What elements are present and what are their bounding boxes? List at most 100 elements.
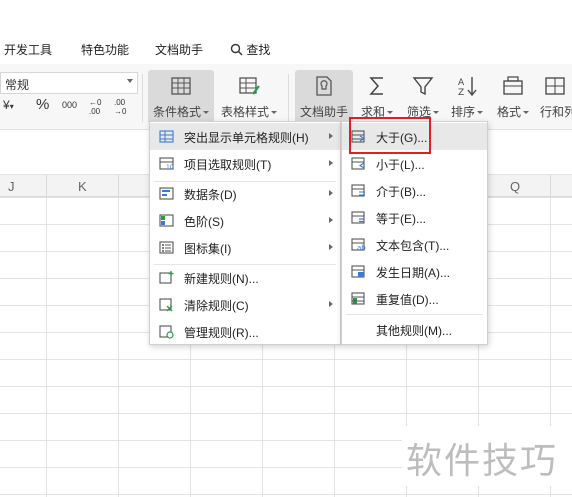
menu-developer-tools[interactable]: 开发工具: [4, 41, 52, 58]
conditional-format-icon: [171, 77, 191, 95]
table-style-button[interactable]: 表格样式: [218, 70, 280, 124]
thousands-separator-button[interactable]: 000: [62, 100, 77, 110]
row-col-icon: [545, 77, 565, 95]
menu-item-label: 清除规则(C): [184, 299, 249, 313]
highlight-rules-icon: [159, 130, 174, 143]
menu-item-new-rule[interactable]: 新建规则(N)...: [150, 264, 340, 291]
column-header-k[interactable]: K: [78, 179, 87, 194]
submenu-item-duplicate-values[interactable]: 重复值(D)...: [342, 285, 487, 312]
column-separator: [118, 175, 119, 197]
filter-button[interactable]: 筛选: [402, 70, 444, 124]
menu-doc-assistant[interactable]: 文档助手: [155, 41, 203, 58]
doc-assistant-icon: [316, 76, 332, 96]
sort-icon: AZ: [458, 77, 477, 98]
submenu-arrow-icon: [329, 217, 333, 223]
color-scales-icon: [159, 214, 174, 227]
submenu-arrow-icon: [329, 301, 333, 307]
clear-rules-icon: [159, 298, 173, 312]
svg-text:A: A: [458, 78, 465, 88]
submenu-item-label: 其他规则(M)...: [376, 324, 452, 338]
menu-item-label: 管理规则(R)...: [184, 326, 259, 340]
doc-assistant-button[interactable]: 文档助手: [295, 70, 353, 124]
menu-search[interactable]: 查找: [230, 41, 270, 58]
svg-text:ab: ab: [357, 244, 366, 252]
menu-item-label: 色阶(S): [184, 215, 224, 229]
sort-button[interactable]: AZ 排序: [446, 70, 488, 124]
ribbon-divider: [288, 74, 289, 122]
equal-to-icon: [351, 211, 365, 224]
menu-item-icon-sets[interactable]: 图标集(I): [150, 234, 340, 261]
menu-item-data-bars[interactable]: 数据条(D): [150, 180, 340, 207]
search-label: 查找: [246, 43, 271, 57]
increase-decimal-button[interactable]: ←0 .00: [89, 98, 105, 116]
search-icon: [230, 43, 243, 56]
column-separator: [550, 175, 551, 197]
between-icon: [351, 184, 365, 197]
submenu-item-label: 小于(L)...: [376, 158, 425, 172]
submenu-item-between[interactable]: 介于(B)...: [342, 177, 487, 204]
top-bottom-rules-icon: 10: [159, 157, 174, 171]
duplicate-values-icon: [351, 292, 365, 305]
submenu-item-label: 介于(B)...: [376, 185, 426, 199]
highlight-annotation-box: [349, 117, 431, 154]
format-label: 格式: [496, 105, 521, 119]
conditional-format-label: 条件格式: [152, 105, 201, 119]
menu-item-label: 数据条(D): [184, 188, 237, 202]
format-icon: [503, 76, 523, 95]
number-format-select[interactable]: 常规: [0, 72, 138, 94]
submenu-item-label: 发生日期(A)...: [376, 266, 450, 280]
submenu-item-label: 等于(E)...: [376, 212, 426, 226]
sigma-icon: [369, 77, 383, 95]
doc-assistant-label: 文档助手: [299, 105, 348, 119]
svg-text:10: 10: [166, 164, 174, 171]
menu-item-label: 新建规则(N)...: [184, 272, 259, 286]
menu-item-top-bottom-rules[interactable]: 10 项目选取规则(T): [150, 150, 340, 177]
conditional-format-button[interactable]: 条件格式: [148, 70, 214, 124]
submenu-arrow-icon: [329, 190, 333, 196]
number-format-value: 常规: [5, 78, 30, 92]
ribbon-divider: [142, 74, 143, 122]
watermark-text: 软件技巧: [402, 426, 572, 486]
conditional-format-menu: 突出显示单元格规则(H) 10 项目选取规则(T) 数据条(D) 色阶(S) 图…: [149, 121, 341, 345]
table-style-icon: [239, 77, 260, 95]
currency-format-button[interactable]: ¥▾: [3, 98, 14, 112]
column-separator: [46, 175, 47, 197]
menu-item-clear-rules[interactable]: 清除规则(C): [150, 291, 340, 318]
menu-special-features[interactable]: 特色功能: [81, 41, 129, 58]
chevron-down-icon: [127, 79, 133, 83]
decrease-decimal-button[interactable]: .00 →0: [114, 98, 130, 116]
text-contains-icon: ab: [351, 238, 366, 252]
menu-item-color-scales[interactable]: 色阶(S): [150, 207, 340, 234]
submenu-item-more-rules[interactable]: 其他规则(M)...: [342, 316, 487, 343]
highlight-rules-submenu: 大于(G)... 小于(L)... 介于(B)... 等于(E)... ab 文…: [341, 121, 488, 345]
menu-separator: [346, 314, 483, 315]
menu-item-label: 突出显示单元格规则(H): [184, 131, 309, 145]
submenu-item-equal-to[interactable]: 等于(E)...: [342, 204, 487, 231]
submenu-arrow-icon: [329, 160, 333, 166]
sum-button[interactable]: 求和: [356, 70, 398, 124]
data-bars-icon: [159, 187, 174, 200]
manage-rules-icon: [159, 325, 174, 339]
menu-item-label: 图标集(I): [184, 242, 232, 256]
table-style-label: 表格样式: [220, 105, 269, 119]
submenu-item-text-contains[interactable]: ab 文本包含(T)...: [342, 231, 487, 258]
new-rule-icon: [159, 271, 174, 284]
icon-sets-icon: [159, 241, 174, 254]
submenu-item-date-occurring[interactable]: 发生日期(A)...: [342, 258, 487, 285]
row-col-label: 行和列: [540, 105, 572, 119]
percent-format-button[interactable]: %: [36, 96, 49, 113]
menu-item-label: 项目选取规则(T): [184, 158, 272, 172]
column-header-q[interactable]: Q: [510, 179, 520, 194]
format-button[interactable]: 格式: [492, 70, 534, 124]
less-than-icon: [351, 157, 365, 170]
column-header-j[interactable]: J: [8, 179, 15, 194]
submenu-arrow-icon: [329, 244, 333, 250]
sort-label: 排序: [450, 105, 475, 119]
submenu-arrow-icon: [329, 133, 333, 139]
row-col-button[interactable]: 行和列: [538, 70, 572, 124]
filter-icon: [412, 77, 434, 96]
date-occurring-icon: [351, 265, 365, 278]
menu-item-highlight-cell-rules[interactable]: 突出显示单元格规则(H): [150, 123, 340, 150]
submenu-item-less-than[interactable]: 小于(L)...: [342, 150, 487, 177]
menu-item-manage-rules[interactable]: 管理规则(R)...: [150, 318, 340, 345]
